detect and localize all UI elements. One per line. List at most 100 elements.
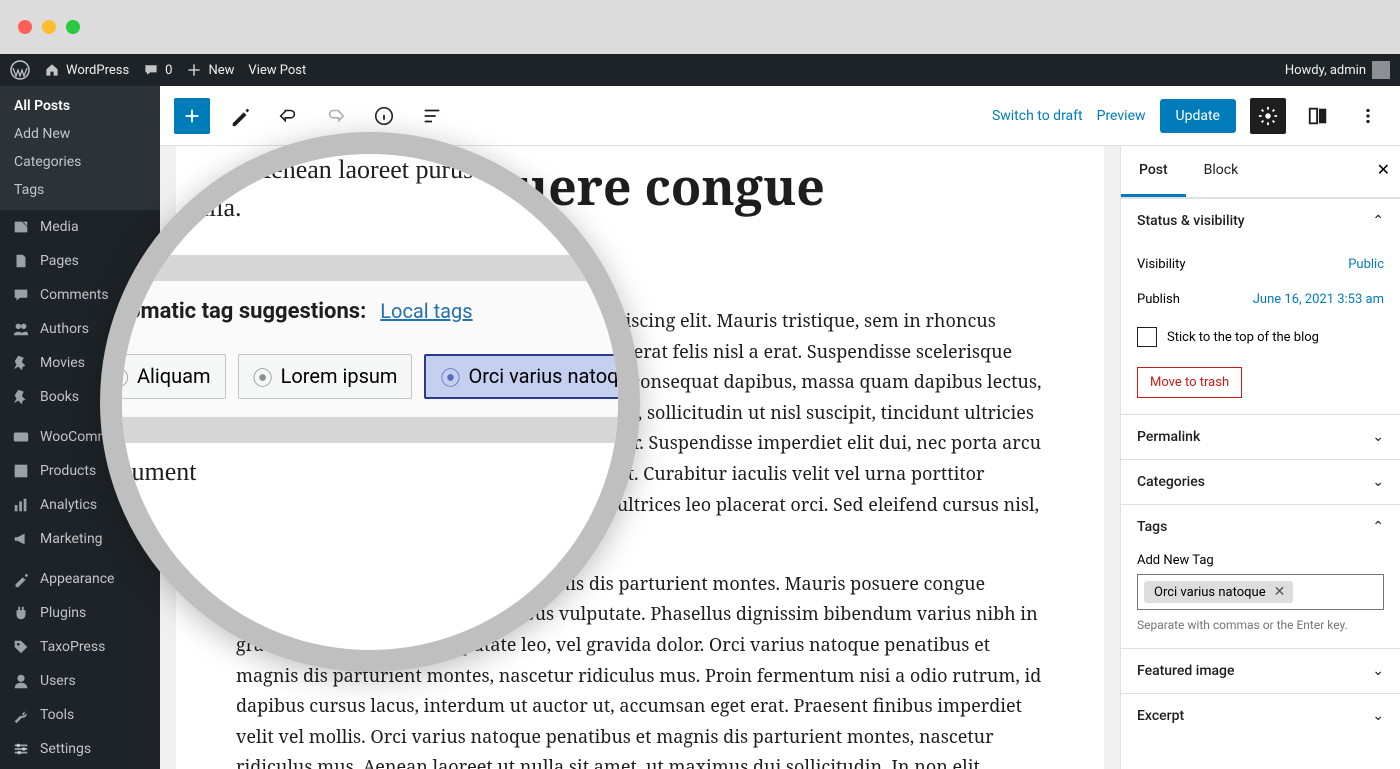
- settings-toggle-button[interactable]: [1250, 98, 1286, 134]
- settings-icon: [12, 740, 30, 758]
- sidebar-item-label: Pages: [40, 253, 79, 269]
- sidebar-sub-tags[interactable]: Tags: [0, 176, 160, 204]
- pin-icon: [12, 388, 30, 406]
- sidebar-item-label: Analytics: [40, 497, 97, 513]
- sidebar-item-plugins[interactable]: Plugins: [0, 596, 160, 630]
- chevron-down-icon: ⌄: [1372, 708, 1384, 724]
- more-menu-button[interactable]: [1350, 98, 1386, 134]
- sidebar-item-taxopress[interactable]: TaxoPress: [0, 630, 160, 664]
- sidebar-item-label: Media: [40, 219, 79, 235]
- visibility-label: Visibility: [1137, 257, 1186, 272]
- tab-block[interactable]: Block: [1186, 146, 1257, 197]
- panel-permalink[interactable]: Permalink ⌄: [1121, 415, 1400, 459]
- products-icon: [12, 462, 30, 480]
- checkbox-icon: [1137, 327, 1157, 347]
- panel-excerpt[interactable]: Excerpt ⌄: [1121, 694, 1400, 738]
- panel-heading-label: Permalink: [1137, 429, 1200, 445]
- stick-checkbox[interactable]: Stick to the top of the blog: [1137, 317, 1384, 357]
- add-block-button[interactable]: [174, 98, 210, 134]
- media-icon: [12, 218, 30, 236]
- post-title[interactable]: Mauris posuere congue accumsan: [236, 146, 1044, 288]
- sidebar-item-label: Tools: [40, 707, 74, 723]
- sidebar-item-tools[interactable]: Tools: [0, 698, 160, 732]
- comments-link[interactable]: 0: [143, 62, 172, 78]
- admin-sidebar: All Posts Add New Categories Tags Media …: [0, 86, 160, 769]
- sidebar-item-movies[interactable]: Movies: [0, 346, 160, 380]
- editor-toolbar: Switch to draft Preview Update: [160, 86, 1400, 146]
- add-new-tag-label: Add New Tag: [1137, 553, 1384, 568]
- sidebar-item-label: Plugins: [40, 605, 86, 621]
- publish-label: Publish: [1137, 292, 1180, 307]
- sidebar-item-label: Users: [40, 673, 76, 689]
- sidebar-item-label: Marketing: [40, 531, 103, 547]
- pin-icon: [12, 354, 30, 372]
- publish-value[interactable]: June 16, 2021 3:53 am: [1253, 292, 1384, 307]
- new-link[interactable]: New: [186, 62, 234, 78]
- sidebar-item-label: Settings: [40, 741, 91, 757]
- sidebar-item-users[interactable]: Users: [0, 664, 160, 698]
- wp-logo-icon[interactable]: [10, 60, 30, 80]
- page-icon: [12, 252, 30, 270]
- sidebar-item-analytics[interactable]: Analytics: [0, 488, 160, 522]
- switch-to-draft-link[interactable]: Switch to draft: [992, 108, 1083, 124]
- editor-canvas[interactable]: Mauris posuere congue accumsan Lorem ips…: [160, 146, 1120, 769]
- authors-icon: [12, 320, 30, 338]
- sidebar-item-label: Comments: [40, 287, 109, 303]
- mac-zoom-icon[interactable]: [66, 20, 80, 34]
- tag-input[interactable]: Orci varius natoque ✕: [1137, 574, 1384, 610]
- sidebar-item-label: Books: [40, 389, 79, 405]
- sidebar-item-label: TaxoPress: [40, 639, 105, 655]
- visibility-value[interactable]: Public: [1348, 257, 1384, 272]
- sidebar-item-label: Appearance: [40, 571, 114, 587]
- post-paragraph[interactable]: Lorem ipsum dolor sit amet, consectetur …: [236, 306, 1044, 551]
- preview-link[interactable]: Preview: [1097, 108, 1146, 124]
- move-to-trash-button[interactable]: Move to trash: [1137, 367, 1242, 398]
- sidebar-posts-submenu: All Posts Add New Categories Tags: [0, 86, 160, 210]
- panel-heading-label: Categories: [1137, 474, 1205, 490]
- panel-featured-image[interactable]: Featured image ⌄: [1121, 649, 1400, 693]
- chevron-up-icon: ⌃: [1372, 213, 1384, 229]
- sidebar-item-woocommerce[interactable]: WooComme…: [0, 420, 160, 454]
- sidebar-item-authors[interactable]: Authors: [0, 312, 160, 346]
- tab-post[interactable]: Post: [1121, 146, 1186, 197]
- howdy-link[interactable]: Howdy, admin: [1285, 61, 1390, 79]
- edit-mode-button[interactable]: [222, 98, 258, 134]
- tag-icon: [12, 638, 30, 656]
- mac-close-icon[interactable]: [18, 20, 32, 34]
- sidebar-item-media[interactable]: Media: [0, 210, 160, 244]
- users-icon: [12, 672, 30, 690]
- sidebar-item-settings[interactable]: Settings: [0, 732, 160, 766]
- panel-heading-label: Excerpt: [1137, 708, 1184, 724]
- redo-button[interactable]: [318, 98, 354, 134]
- chevron-up-icon: ⌃: [1372, 519, 1384, 535]
- remove-tag-icon[interactable]: ✕: [1274, 584, 1286, 600]
- sidebar-item-comments[interactable]: Comments: [0, 278, 160, 312]
- close-settings-icon[interactable]: ✕: [1377, 160, 1390, 179]
- undo-button[interactable]: [270, 98, 306, 134]
- plugins-icon: [12, 604, 30, 622]
- sidebar-item-label: Authors: [40, 321, 89, 337]
- sidebar-sub-add-new[interactable]: Add New: [0, 120, 160, 148]
- sidebar-item-appearance[interactable]: Appearance: [0, 562, 160, 596]
- update-button[interactable]: Update: [1160, 99, 1236, 133]
- panel-status[interactable]: Status & visibility ⌃: [1121, 199, 1400, 243]
- mac-minimize-icon[interactable]: [42, 20, 56, 34]
- outline-button[interactable]: [414, 98, 450, 134]
- panel-tags[interactable]: Tags ⌃: [1121, 505, 1400, 549]
- settings-sidebar: Post Block ✕ Status & visibility ⌃ Visib…: [1120, 146, 1400, 769]
- sidebar-item-label: WooComme…: [40, 429, 127, 445]
- view-post-link[interactable]: View Post: [248, 63, 306, 78]
- sidebar-sub-all-posts[interactable]: All Posts: [0, 92, 160, 120]
- sidebar-item-marketing[interactable]: Marketing: [0, 522, 160, 556]
- sidebar-item-pages[interactable]: Pages: [0, 244, 160, 278]
- sidebar-item-books[interactable]: Books: [0, 380, 160, 414]
- site-home-link[interactable]: WordPress: [44, 62, 129, 78]
- info-button[interactable]: [366, 98, 402, 134]
- panels-icon[interactable]: [1300, 98, 1336, 134]
- sidebar-item-products[interactable]: Products: [0, 454, 160, 488]
- sidebar-item-label: Products: [40, 463, 96, 479]
- sidebar-sub-categories[interactable]: Categories: [0, 148, 160, 176]
- panel-categories[interactable]: Categories ⌄: [1121, 460, 1400, 504]
- post-paragraph[interactable]: Orci varius natoque penatibus et magnis …: [236, 569, 1044, 769]
- chevron-down-icon: ⌄: [1372, 429, 1384, 445]
